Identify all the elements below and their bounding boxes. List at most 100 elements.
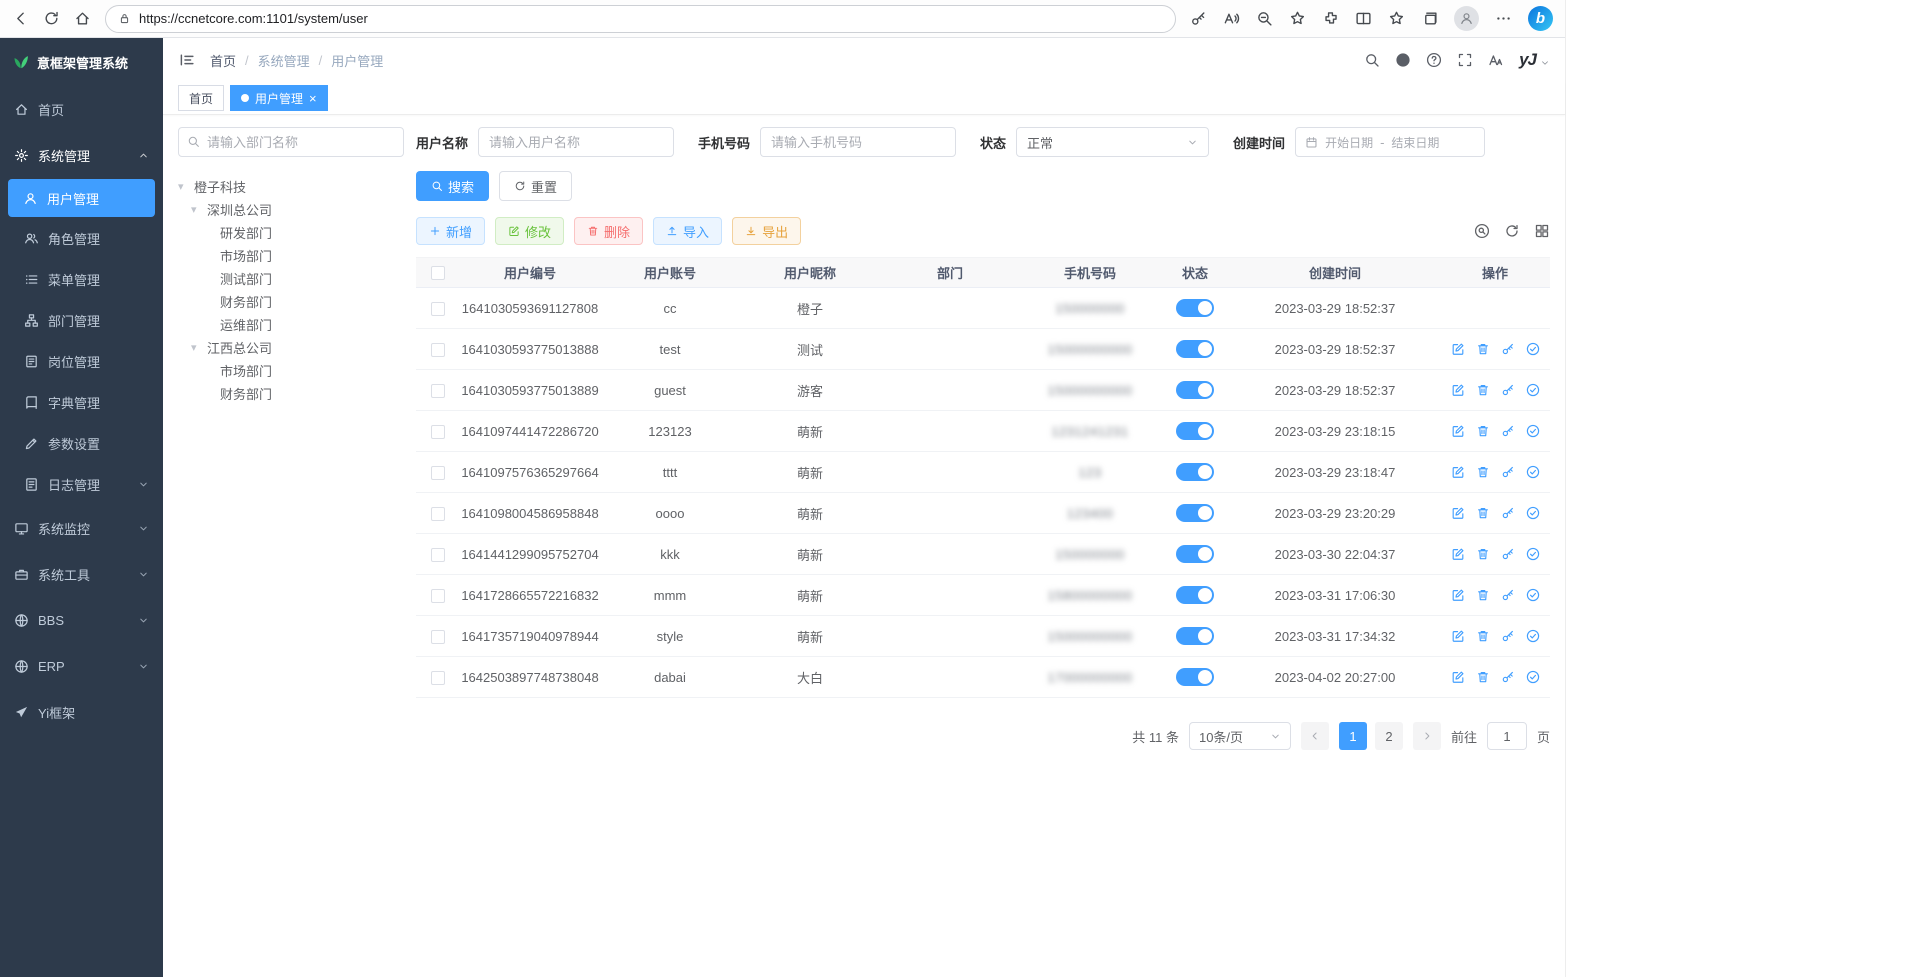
collections-icon[interactable] bbox=[1421, 10, 1438, 27]
browser-reload-button[interactable] bbox=[43, 10, 60, 27]
sidebar-item-user-management[interactable]: 用户管理 bbox=[8, 179, 155, 217]
sidebar-item-role-management[interactable]: 角色管理 bbox=[0, 218, 163, 259]
edit-action-icon[interactable] bbox=[1451, 670, 1465, 684]
edit-action-icon[interactable] bbox=[1451, 383, 1465, 397]
refresh-table-icon[interactable] bbox=[1504, 223, 1520, 239]
delete-action-icon[interactable] bbox=[1476, 670, 1490, 684]
sidebar-item-system-management[interactable]: 系统管理 bbox=[0, 132, 163, 178]
tab-home[interactable]: 首页 bbox=[178, 85, 224, 111]
assign-role-action-icon[interactable] bbox=[1526, 629, 1540, 643]
prev-page-button[interactable] bbox=[1301, 722, 1329, 750]
status-toggle[interactable] bbox=[1176, 627, 1214, 645]
delete-action-icon[interactable] bbox=[1476, 383, 1490, 397]
row-checkbox[interactable] bbox=[431, 425, 445, 439]
reset-password-action-icon[interactable] bbox=[1501, 588, 1515, 602]
sidebar-item-system-tools[interactable]: 系统工具 bbox=[0, 551, 163, 597]
export-button[interactable]: 导出 bbox=[732, 217, 801, 245]
assign-role-action-icon[interactable] bbox=[1526, 670, 1540, 684]
status-toggle[interactable] bbox=[1176, 504, 1214, 522]
toggle-search-icon[interactable] bbox=[1474, 223, 1490, 239]
sidebar-item-dict-management[interactable]: 字典管理 bbox=[0, 382, 163, 423]
edit-action-icon[interactable] bbox=[1451, 588, 1465, 602]
username-input[interactable] bbox=[478, 127, 674, 157]
row-checkbox[interactable] bbox=[431, 548, 445, 562]
sidebar-item-yi-framework[interactable]: Yi框架 bbox=[0, 689, 163, 735]
reset-password-action-icon[interactable] bbox=[1501, 342, 1515, 356]
tree-node[interactable]: 市场部门 bbox=[178, 359, 404, 382]
edit-action-icon[interactable] bbox=[1451, 506, 1465, 520]
edit-action-icon[interactable] bbox=[1451, 424, 1465, 438]
row-checkbox[interactable] bbox=[431, 671, 445, 685]
add-favorite-icon[interactable] bbox=[1289, 10, 1306, 27]
github-icon[interactable] bbox=[1395, 52, 1411, 68]
row-checkbox[interactable] bbox=[431, 384, 445, 398]
select-all-checkbox[interactable] bbox=[431, 266, 445, 280]
row-checkbox[interactable] bbox=[431, 302, 445, 316]
fullscreen-icon[interactable] bbox=[1457, 52, 1473, 68]
assign-role-action-icon[interactable] bbox=[1526, 506, 1540, 520]
browser-home-button[interactable] bbox=[74, 10, 91, 27]
sidebar-item-dept-management[interactable]: 部门管理 bbox=[0, 300, 163, 341]
status-toggle[interactable] bbox=[1176, 668, 1214, 686]
extensions-icon[interactable] bbox=[1322, 10, 1339, 27]
more-menu-icon[interactable] bbox=[1495, 10, 1512, 27]
edit-action-icon[interactable] bbox=[1451, 547, 1465, 561]
tree-node[interactable]: 市场部门 bbox=[178, 244, 404, 267]
browser-back-button[interactable] bbox=[12, 10, 29, 27]
delete-button[interactable]: 删除 bbox=[574, 217, 643, 245]
edit-action-icon[interactable] bbox=[1451, 342, 1465, 356]
tab-close-icon[interactable] bbox=[309, 92, 317, 105]
sidebar-item-menu-management[interactable]: 菜单管理 bbox=[0, 259, 163, 300]
status-toggle[interactable] bbox=[1176, 586, 1214, 604]
help-icon[interactable] bbox=[1426, 52, 1442, 68]
tree-node[interactable]: 运维部门 bbox=[178, 313, 404, 336]
sidebar-item-home[interactable]: 首页 bbox=[0, 86, 163, 132]
next-page-button[interactable] bbox=[1413, 722, 1441, 750]
sidebar-item-log-management[interactable]: 日志管理 bbox=[0, 464, 163, 505]
address-bar[interactable]: https://ccnetcore.com:1101/system/user bbox=[105, 5, 1176, 33]
password-manager-icon[interactable] bbox=[1190, 10, 1207, 27]
tree-node[interactable]: ▾深圳总公司 bbox=[178, 198, 404, 221]
zoom-icon[interactable] bbox=[1256, 10, 1273, 27]
edit-action-icon[interactable] bbox=[1451, 465, 1465, 479]
tree-node[interactable]: 研发部门 bbox=[178, 221, 404, 244]
reset-password-action-icon[interactable] bbox=[1501, 506, 1515, 520]
assign-role-action-icon[interactable] bbox=[1526, 342, 1540, 356]
assign-role-action-icon[interactable] bbox=[1526, 547, 1540, 561]
delete-action-icon[interactable] bbox=[1476, 547, 1490, 561]
delete-action-icon[interactable] bbox=[1476, 465, 1490, 479]
import-button[interactable]: 导入 bbox=[653, 217, 722, 245]
sidebar-item-post-management[interactable]: 岗位管理 bbox=[0, 341, 163, 382]
sidebar-item-param-settings[interactable]: 参数设置 bbox=[0, 423, 163, 464]
tree-node[interactable]: 财务部门 bbox=[178, 382, 404, 405]
columns-icon[interactable] bbox=[1534, 223, 1550, 239]
reset-password-action-icon[interactable] bbox=[1501, 383, 1515, 397]
sidebar-item-erp[interactable]: ERP bbox=[0, 643, 163, 689]
sidebar-fold-icon[interactable] bbox=[178, 51, 196, 69]
delete-action-icon[interactable] bbox=[1476, 506, 1490, 520]
department-search-input[interactable] bbox=[178, 127, 404, 157]
tree-node[interactable]: ▾橙子科技 bbox=[178, 175, 404, 198]
favorites-icon[interactable] bbox=[1388, 10, 1405, 27]
status-toggle[interactable] bbox=[1176, 463, 1214, 481]
tree-node[interactable]: ▾江西总公司 bbox=[178, 336, 404, 359]
edit-button[interactable]: 修改 bbox=[495, 217, 564, 245]
row-checkbox[interactable] bbox=[431, 507, 445, 521]
row-checkbox[interactable] bbox=[431, 343, 445, 357]
assign-role-action-icon[interactable] bbox=[1526, 424, 1540, 438]
assign-role-action-icon[interactable] bbox=[1526, 588, 1540, 602]
user-avatar[interactable]: yJ bbox=[1519, 50, 1550, 70]
assign-role-action-icon[interactable] bbox=[1526, 465, 1540, 479]
status-select[interactable]: 正常 bbox=[1016, 127, 1209, 157]
breadcrumb-home[interactable]: 首页 bbox=[210, 51, 236, 70]
status-toggle[interactable] bbox=[1176, 381, 1214, 399]
reset-password-action-icon[interactable] bbox=[1501, 424, 1515, 438]
status-toggle[interactable] bbox=[1176, 545, 1214, 563]
tree-node[interactable]: 财务部门 bbox=[178, 290, 404, 313]
status-toggle[interactable] bbox=[1176, 299, 1214, 317]
split-screen-icon[interactable] bbox=[1355, 10, 1372, 27]
delete-action-icon[interactable] bbox=[1476, 629, 1490, 643]
row-checkbox[interactable] bbox=[431, 630, 445, 644]
sidebar-item-bbs[interactable]: BBS bbox=[0, 597, 163, 643]
goto-page-input[interactable] bbox=[1487, 722, 1527, 750]
